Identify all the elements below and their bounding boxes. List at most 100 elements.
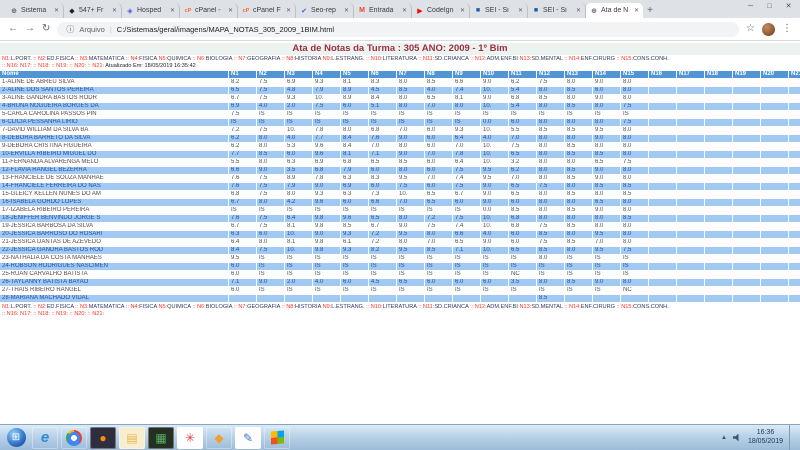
legend-text: N8: (286, 56, 295, 62)
tab-close-icon[interactable]: ✕ (112, 7, 117, 14)
reload-button[interactable]: ↻ (42, 24, 50, 34)
grade-cell: 9.3 (453, 127, 480, 134)
browser-menu-icon[interactable]: ⋮ (782, 24, 792, 34)
grade-cell (677, 279, 704, 286)
tab-close-icon[interactable]: ✕ (518, 7, 523, 14)
restore-button[interactable]: □ (760, 0, 779, 13)
grade-cell (677, 247, 704, 254)
browser-tab[interactable]: ■SEI - Si✕ (470, 3, 528, 18)
address-bar[interactable]: ⓘ Arquivo | C:/Sistemas/geral/imagens/MA… (57, 22, 739, 37)
tab-close-icon[interactable]: ✕ (170, 7, 175, 14)
tab-close-icon[interactable]: ✕ (344, 7, 349, 14)
grade-cell: 9.0 (257, 167, 284, 174)
browser-tab[interactable]: MEntrada✕ (354, 3, 412, 18)
new-tab-button[interactable]: + (643, 3, 657, 18)
grade-cell (761, 119, 788, 126)
bookmark-star-icon[interactable]: ☆ (746, 24, 755, 34)
notepad-icon[interactable]: ✎ (235, 427, 261, 449)
chrome-icon[interactable] (61, 427, 87, 449)
legend-text: CONS.CONH. (633, 304, 669, 310)
grade-cell: 8.0 (621, 95, 648, 102)
browser-tab[interactable]: cPcPanel F✕ (238, 3, 296, 18)
internet-explorer-icon[interactable]: e (32, 427, 58, 449)
forward-button[interactable]: → (25, 24, 35, 34)
minimize-button[interactable]: ─ (741, 0, 760, 13)
file-explorer-icon[interactable]: ▤ (119, 427, 145, 449)
browser-tab[interactable]: ■SEI - Si✕ (528, 3, 586, 18)
windows-logo-icon[interactable] (264, 427, 290, 449)
legend-line: :: N16: N17: :: N18: :: N19: :: N20: :: … (2, 311, 798, 318)
column-header: Nome (0, 71, 228, 78)
grade-cell: 8.2 (369, 247, 396, 254)
profile-avatar[interactable] (762, 23, 775, 36)
phone-app-icon[interactable]: ✳ (177, 427, 203, 449)
tray-expand-icon[interactable]: ▲ (721, 435, 727, 441)
grade-cell: 6.7 (229, 95, 256, 102)
grade-cell: 6.0 (341, 199, 368, 206)
grade-cell: 9.0 (481, 95, 508, 102)
grade-cell: IS (565, 255, 592, 262)
grade-cell: IS (425, 287, 452, 294)
grade-cell: 7.9 (285, 183, 312, 190)
back-button[interactable]: ← (8, 24, 18, 34)
grade-cell (705, 103, 732, 110)
tab-close-icon[interactable]: ✕ (634, 7, 639, 14)
tab-close-icon[interactable]: ✕ (54, 7, 59, 14)
tab-close-icon[interactable]: ✕ (228, 7, 233, 14)
tab-close-icon[interactable]: ✕ (460, 7, 465, 14)
table-row: 4-BRUNA NOGUEIRA BORGES DA6.94.02.07.56.… (0, 103, 800, 110)
grade-cell: 6.5 (397, 279, 424, 286)
tab-close-icon[interactable]: ✕ (576, 7, 581, 14)
grade-cell: 7.5 (425, 223, 452, 230)
grade-cell: IS (397, 111, 424, 118)
browser-tab[interactable]: ⊕Ata de N✕ (586, 3, 643, 18)
fox-app-icon[interactable]: ◆ (206, 427, 232, 449)
grade-cell: IS (593, 263, 620, 270)
tab-favicon-icon: M (358, 7, 366, 14)
grade-cell: 6.9 (229, 103, 256, 110)
url-text[interactable]: C:/Sistemas/geral/imagens/MAPA_NOTAS_305… (117, 25, 334, 34)
browser-tab[interactable]: ◈Hosped✕ (122, 3, 180, 18)
grade-cell (369, 295, 396, 302)
table-row: 22-JÉSSICA GANDRA BASTOS ROD8.47.510.9.8… (0, 247, 800, 254)
student-name-cell: 13-FRANCIELE DE SOUZA MANHAE (0, 175, 228, 182)
media-player-icon[interactable]: ● (90, 427, 116, 449)
grade-cell: 9.0 (397, 151, 424, 158)
tab-close-icon[interactable]: ✕ (286, 7, 291, 14)
grades-table: NomeN1N2N3N4N5N6N7N8N9N10N11N12N13N14N15… (0, 71, 800, 302)
grade-cell: IS (593, 255, 620, 262)
tab-title: Sistema (21, 7, 52, 14)
browser-tab[interactable]: ⊕Sistema✕ (6, 3, 64, 18)
grade-cell: 8.0 (621, 167, 648, 174)
grade-cell: 2.0 (285, 103, 312, 110)
grade-cell (705, 207, 732, 214)
grade-cell: IS (593, 271, 620, 278)
start-button[interactable]: ⊞ (3, 427, 29, 449)
grade-cell: 7.5 (257, 127, 284, 134)
grade-cell: 6.8 (369, 127, 396, 134)
grade-cell (761, 207, 788, 214)
grade-cell (733, 143, 760, 150)
tab-close-icon[interactable]: ✕ (402, 7, 407, 14)
close-button[interactable]: ✕ (779, 0, 798, 13)
table-row: 12-FLAVIA RANGEL BEZERRA6.69.03.56.87.96… (0, 167, 800, 174)
grade-cell (677, 199, 704, 206)
speaker-icon[interactable] (733, 434, 742, 442)
legend-text: GEOGRAFIA (247, 56, 280, 62)
show-desktop-button[interactable] (789, 425, 796, 450)
grade-cell: 8.0 (537, 119, 564, 126)
image-viewer-icon[interactable]: ▦ (148, 427, 174, 449)
grade-cell: 9.3 (285, 95, 312, 102)
legend-text: SD.MENTAL (531, 56, 562, 62)
taskbar-clock[interactable]: 16:36 18/05/2019 (748, 429, 783, 446)
info-icon[interactable]: ⓘ (66, 24, 74, 35)
browser-tab[interactable]: ✔Seo-rep✕ (296, 3, 354, 18)
grade-cell: 0.0 (481, 119, 508, 126)
browser-tab[interactable]: ◆547+ Fr✕ (64, 3, 122, 18)
grade-cell: 7.1 (453, 247, 480, 254)
grade-cell: 8.0 (621, 127, 648, 134)
browser-tab[interactable]: ▶CodeIgn✕ (412, 3, 470, 18)
grade-cell: IS (341, 207, 368, 214)
browser-tab[interactable]: cPcPanel -✕ (180, 3, 238, 18)
legend-text: SD.CRIANCA (434, 56, 468, 62)
